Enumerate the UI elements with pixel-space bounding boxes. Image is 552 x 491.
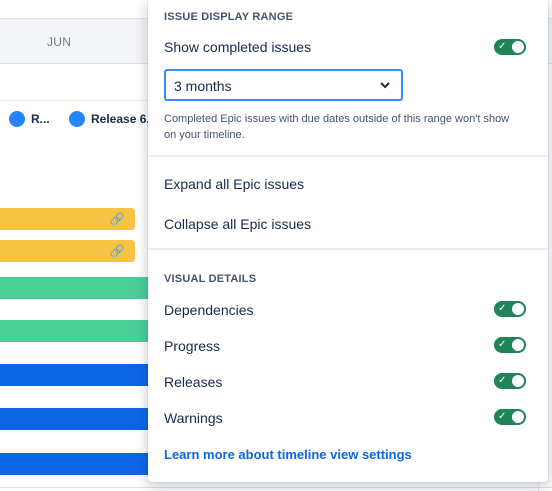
- releases-toggle[interactable]: ✓: [494, 373, 526, 389]
- divider: [148, 248, 548, 250]
- range-help-text: Completed Epic issues with due dates out…: [164, 113, 510, 141]
- dependencies-label: Dependencies: [164, 302, 254, 318]
- release-label: Release 6.0: [91, 112, 157, 126]
- release-label: R...: [31, 112, 50, 126]
- progress-toggle[interactable]: ✓: [494, 337, 526, 353]
- issue-display-range-heading: ISSUE DISPLAY RANGE: [164, 11, 294, 23]
- release-dot-icon: [69, 111, 85, 127]
- link-icon: 🔗: [109, 244, 125, 258]
- expand-all-epics[interactable]: Expand all Epic issues: [164, 176, 304, 192]
- progress-label: Progress: [164, 338, 221, 354]
- epic-bar[interactable]: [0, 453, 160, 475]
- show-completed-toggle[interactable]: ✓: [494, 39, 526, 55]
- epic-bar[interactable]: [0, 408, 160, 430]
- check-icon: ✓: [498, 375, 507, 386]
- month-header: JUN: [0, 18, 160, 64]
- dependencies-toggle[interactable]: ✓: [494, 301, 526, 317]
- timeline-settings-popup: ISSUE DISPLAY RANGE Show completed issue…: [148, 0, 548, 482]
- epic-bar[interactable]: 🔗: [0, 240, 135, 262]
- month-label: JUN: [47, 35, 72, 49]
- release-marker[interactable]: Release 6.0: [69, 111, 156, 127]
- epic-bar[interactable]: [0, 277, 160, 299]
- releases-row: R... Release 6.0: [0, 100, 160, 138]
- show-completed-label: Show completed issues: [164, 39, 312, 55]
- warnings-label: Warnings: [164, 410, 223, 426]
- chevron-down-icon: [379, 77, 391, 93]
- check-icon: ✓: [498, 411, 507, 422]
- toggle-knob: [512, 411, 524, 423]
- toggle-knob: [512, 339, 524, 351]
- epic-bar[interactable]: 🔗: [0, 208, 135, 230]
- epic-bar[interactable]: [0, 320, 160, 342]
- collapse-all-epics[interactable]: Collapse all Epic issues: [164, 216, 311, 232]
- timeline-view: JUN R... Release 6.0 🔗 🔗 ISSUE DISPLAY R…: [0, 0, 552, 491]
- check-icon: ✓: [498, 339, 507, 350]
- toggle-knob: [512, 41, 524, 53]
- release-dot-icon: [9, 111, 25, 127]
- range-select-value: 3 months: [174, 78, 232, 94]
- divider: [148, 155, 548, 157]
- divider: [0, 487, 552, 488]
- toggle-knob: [512, 375, 524, 387]
- check-icon: ✓: [498, 303, 507, 314]
- check-icon: ✓: [498, 41, 507, 52]
- warnings-toggle[interactable]: ✓: [494, 409, 526, 425]
- link-icon: 🔗: [109, 212, 125, 226]
- releases-label: Releases: [164, 374, 223, 390]
- epic-bar[interactable]: [0, 364, 160, 386]
- learn-more-link[interactable]: Learn more about timeline view settings: [164, 447, 412, 462]
- range-select[interactable]: 3 months: [164, 69, 403, 101]
- release-marker[interactable]: R...: [9, 111, 50, 127]
- visual-details-heading: VISUAL DETAILS: [164, 273, 257, 285]
- toggle-knob: [512, 303, 524, 315]
